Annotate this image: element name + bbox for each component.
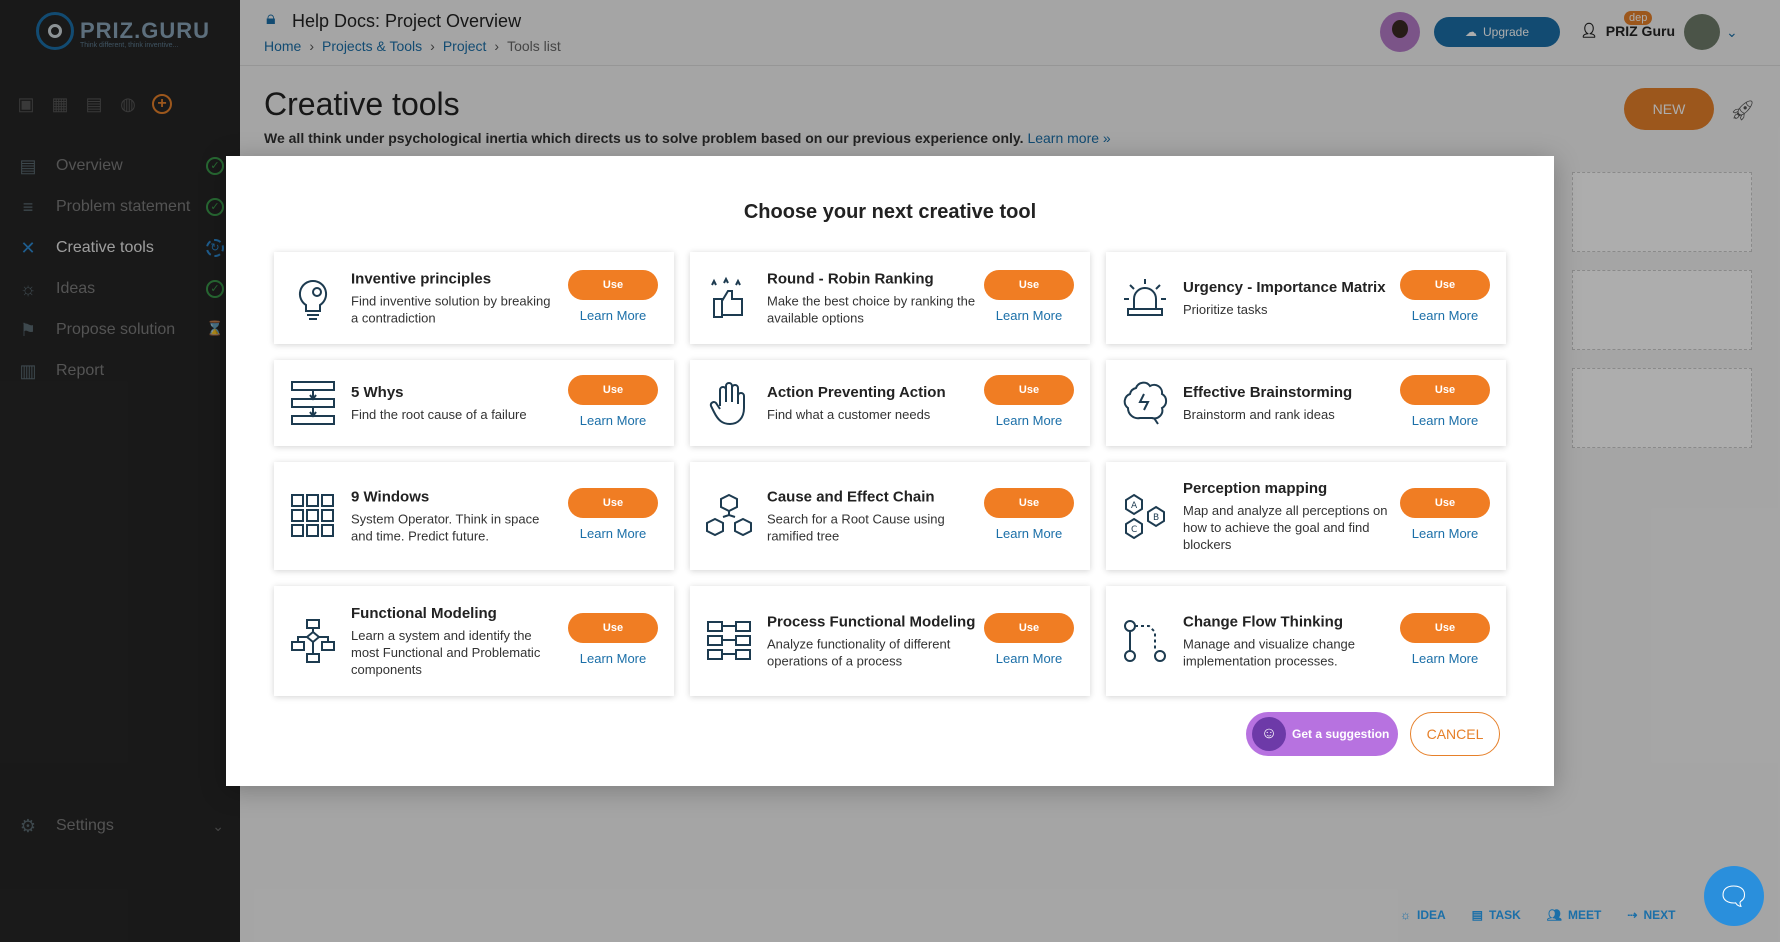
tool-card-5-whys: 5 Whys Find the root cause of a failure U… (274, 360, 674, 446)
use-button[interactable]: Use (1400, 488, 1490, 518)
svg-text:C: C (1131, 525, 1137, 535)
meet-action[interactable]: 👥︎ MEET (1547, 908, 1602, 922)
flow-nodes-icon (1124, 620, 1166, 662)
tool-card-functional-modeling: Functional Modeling Learn a system and id… (274, 586, 674, 696)
use-button[interactable]: Use (568, 270, 658, 300)
tool-card-urgency-importance-matrix: Urgency - Importance Matrix Prioritize ta… (1106, 252, 1506, 344)
tool-title: Change Flow Thinking (1183, 613, 1343, 631)
tool-description: Learn a system and identify the most Fun… (351, 628, 541, 677)
svg-text:A: A (1131, 501, 1138, 511)
tool-title: Urgency - Importance Matrix (1183, 279, 1386, 296)
tool-title: Round - Robin Ranking (767, 270, 934, 288)
use-button[interactable]: Use (984, 613, 1074, 643)
nine-grid-icon (291, 494, 334, 537)
use-button[interactable]: Use (984, 488, 1074, 518)
learn-more-link[interactable]: Learn More (984, 308, 1074, 323)
learn-more-link[interactable]: Learn More (568, 651, 658, 666)
learn-more-link[interactable]: Learn More (568, 526, 658, 541)
use-button[interactable]: Use (1400, 270, 1490, 300)
cancel-button[interactable]: CANCEL (1410, 712, 1500, 756)
tool-card-inventive-principles: Inventive principles Find inventive solut… (274, 252, 674, 344)
tool-card-effective-brainstorming: Effective Brainstorming Brainstorm and ra… (1106, 360, 1506, 446)
brain-icon (1123, 381, 1168, 425)
tool-grid: Inventive principles Find inventive solut… (274, 252, 1506, 712)
learn-more-link[interactable]: Learn More (1400, 526, 1490, 541)
lightbulb-icon: ☼ (1400, 908, 1411, 922)
runner-icon: ⇢ (1627, 908, 1638, 922)
tool-title: Perception mapping (1183, 480, 1328, 497)
use-button[interactable]: Use (568, 613, 658, 643)
task-label: TASK (1489, 908, 1521, 922)
tool-description: Make the best choice by ranking the avai… (767, 293, 976, 326)
tool-description: Find inventive solution by breaking a co… (351, 293, 551, 326)
get-suggestion-button[interactable]: ☺ Get a suggestion (1246, 712, 1398, 756)
tool-title: Process Functional Modeling (767, 613, 976, 631)
abc-hexagons-icon: A B C (1125, 493, 1165, 539)
stacked-arrows-icon (291, 381, 335, 425)
tool-title: Effective Brainstorming (1183, 384, 1353, 401)
dialog-title: Choose your next creative tool (743, 201, 1037, 223)
alarm-siren-icon (1124, 279, 1166, 316)
learn-more-link[interactable]: Learn More (984, 526, 1074, 541)
tool-card-change-flow-thinking: Change Flow Thinking Manage and visualize… (1106, 586, 1506, 696)
tool-card-perception-mapping: A B C Perception mapping Map and analyze al… (1106, 462, 1506, 570)
use-button[interactable]: Use (984, 375, 1074, 405)
next-action[interactable]: ⇢ NEXT (1627, 908, 1675, 922)
learn-more-link[interactable]: Learn More (1400, 413, 1490, 428)
choose-tool-dialog: Choose your next creative tool Inventive… (226, 156, 1554, 786)
task-action[interactable]: ▤ TASK (1472, 908, 1521, 922)
tool-card-cause-and-effect-chain: Cause and Effect Chain Search for a Root … (690, 462, 1090, 570)
flowchart-icon (291, 619, 335, 663)
bottom-action-bar: ☼ IDEA ▤ TASK 👥︎ MEET ⇢ NEXT (1400, 908, 1675, 922)
tool-description: Prioritize tasks (1183, 302, 1268, 317)
learn-more-link[interactable]: Learn More (568, 308, 658, 323)
tool-description: System Operator. Think in space and time… (351, 511, 540, 544)
tool-card-9-windows: 9 Windows System Operator. Think in space… (274, 462, 674, 570)
use-button[interactable]: Use (984, 270, 1074, 300)
idea-action[interactable]: ☼ IDEA (1400, 908, 1446, 922)
tool-card-action-preventing-action: Action Preventing Action Find what a cust… (690, 360, 1090, 446)
use-button[interactable]: Use (568, 488, 658, 518)
learn-more-link[interactable]: Learn More (568, 413, 658, 428)
thumbs-up-stars-icon (711, 276, 743, 318)
tool-description: Brainstorm and rank ideas (1183, 407, 1335, 422)
idea-label: IDEA (1417, 908, 1446, 922)
tool-title: Functional Modeling (351, 605, 497, 622)
learn-more-link[interactable]: Learn More (984, 413, 1074, 428)
tool-card-process-functional-modeling: Process Functional Modeling Analyze funct… (690, 586, 1090, 696)
tool-title: 5 Whys (351, 384, 404, 401)
tool-title: Action Preventing Action (767, 384, 946, 401)
tool-description: Search for a Root Cause using ramified t… (767, 511, 945, 544)
learn-more-link[interactable]: Learn More (1400, 308, 1490, 323)
use-button[interactable]: Use (1400, 613, 1490, 643)
get-suggestion-label: Get a suggestion (1292, 727, 1390, 741)
tool-description: Map and analyze all perceptions on how t… (1183, 503, 1388, 552)
tool-description: Find the root cause of a failure (351, 407, 527, 422)
tool-title: 9 Windows (351, 488, 430, 506)
lightbulb-gear-icon (298, 279, 328, 320)
tool-description: Manage and visualize change implementati… (1183, 636, 1356, 669)
svg-text:B: B (1153, 513, 1159, 523)
process-blocks-icon (707, 621, 751, 660)
use-button[interactable]: Use (568, 375, 658, 405)
tool-description: Find what a customer needs (767, 407, 931, 422)
tool-title: Cause and Effect Chain (767, 488, 935, 506)
tool-title: Inventive principles (351, 270, 492, 288)
tool-description: Analyze functionality of different opera… (767, 636, 951, 669)
cubes-tree-icon (706, 493, 752, 537)
use-button[interactable]: Use (1400, 375, 1490, 405)
next-label: NEXT (1643, 908, 1676, 922)
people-icon: 👥︎ (1546, 908, 1563, 922)
meet-label: MEET (1568, 908, 1602, 922)
chat-icon[interactable]: 🗨︎ (1704, 866, 1764, 926)
hand-stop-icon (709, 382, 745, 426)
assistant-icon: ☺ (1252, 717, 1286, 751)
learn-more-link[interactable]: Learn More (984, 651, 1074, 666)
task-icon: ▤ (1471, 908, 1484, 922)
tool-card-round-robin-ranking: Round - Robin Ranking Make the best choic… (690, 252, 1090, 344)
learn-more-link[interactable]: Learn More (1400, 651, 1490, 666)
